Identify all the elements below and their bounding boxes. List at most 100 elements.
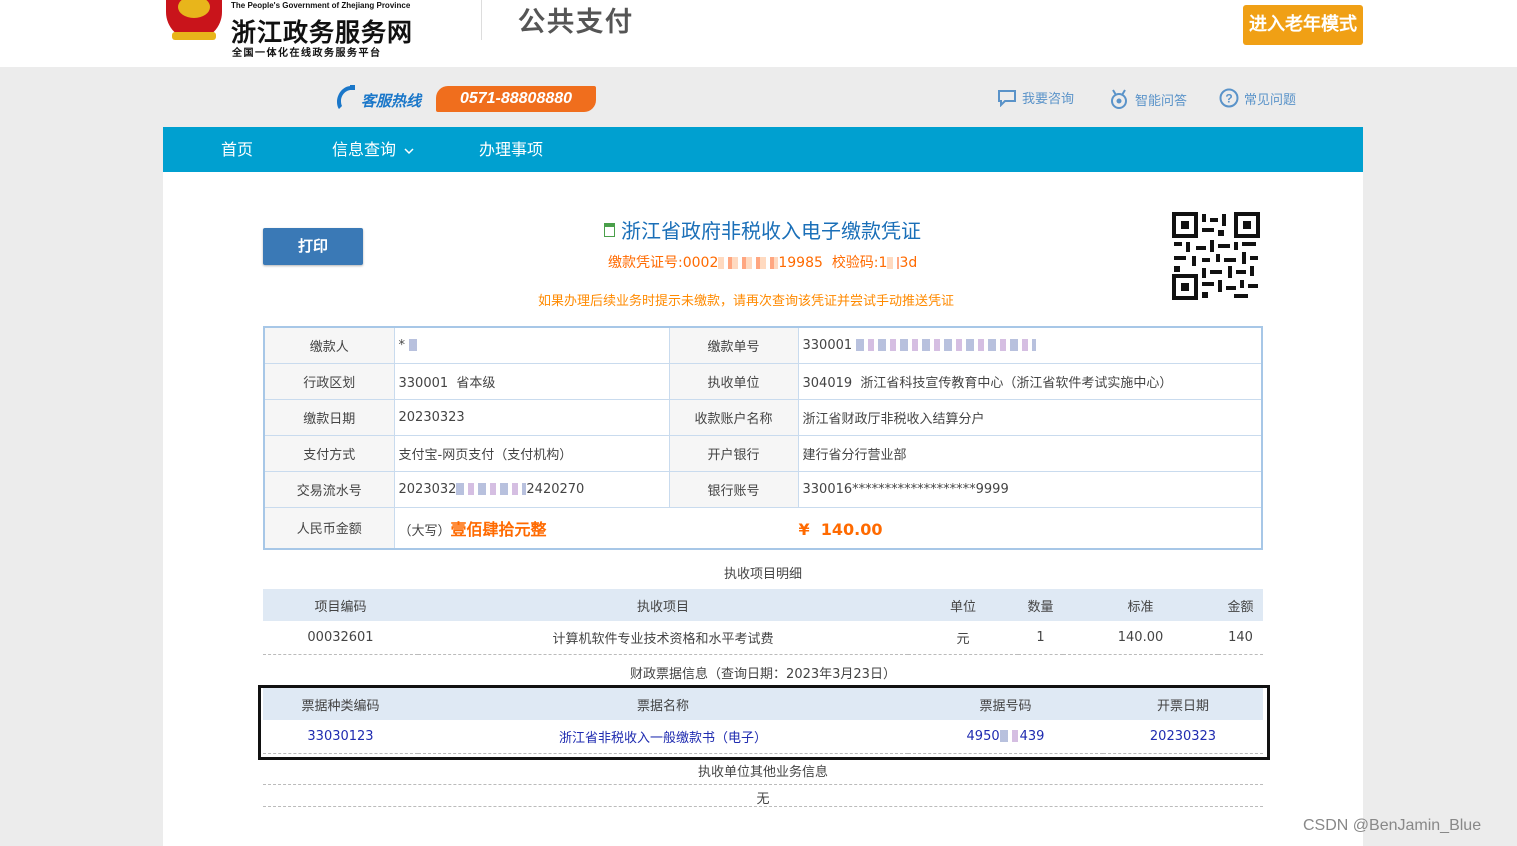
item-standard: 140.00	[1063, 621, 1218, 655]
check-code-suffix: 3d	[899, 255, 918, 271]
logo-english: The People's Government of Zhejiang Prov…	[231, 1, 411, 10]
page-title: 公共支付	[518, 7, 634, 38]
check-code-prefix: 校验码:1	[831, 255, 888, 271]
voucher-info-table: 缴款人 * 缴款单号 330001 行政区划 330001 省本级 执收单位 3…	[263, 326, 1263, 550]
nav-home[interactable]: 首页	[221, 127, 253, 172]
voucher-no-prefix: 缴款凭证号:0002	[608, 255, 719, 271]
header-divider	[481, 0, 482, 40]
chat-icon	[998, 89, 1016, 107]
bank-label: 开户银行	[668, 434, 799, 472]
masked-region	[409, 339, 420, 352]
col-header: 项目编码	[263, 589, 418, 621]
bill-no-text: 330001	[802, 337, 853, 353]
emblem-band	[172, 32, 216, 40]
divider	[263, 806, 1263, 807]
qr-code-icon	[1172, 212, 1260, 300]
smart-qa-label: 智能问答	[1135, 93, 1188, 109]
amount-cn-prefix: （大写）	[398, 523, 451, 539]
amount-value: （大写）壹佰肆拾元整 ¥ 140.00	[393, 506, 1263, 550]
item-amount: 140	[1218, 621, 1263, 655]
masked-region	[456, 483, 527, 495]
voucher-title: 浙江省政府非税收入电子缴款凭证	[604, 215, 921, 244]
question-icon: ?	[1219, 88, 1239, 108]
pay-method-value: 支付宝-网页支付（支付机构）	[393, 434, 670, 472]
other-info-value: 无	[756, 792, 770, 807]
other-section-title: 执收单位其他业务信息	[697, 765, 828, 780]
item-code: 00032601	[263, 621, 418, 655]
main-nav: 首页 信息查询 办理事项	[163, 127, 1363, 172]
faq-label: 常见问题	[1244, 92, 1297, 108]
date-label: 缴款日期	[263, 398, 395, 436]
amount-number: ¥ 140.00	[798, 519, 883, 539]
consult-link[interactable]: 我要咨询	[997, 88, 1074, 107]
highlight-frame	[258, 685, 1270, 760]
divider	[263, 784, 1263, 785]
payer-label: 缴款人	[263, 326, 395, 364]
bill-no-value: 330001	[797, 326, 1263, 364]
bill-section-title: 财政票据信息（查询日期：2023年3月23日）	[630, 667, 896, 682]
pay-method-label: 支付方式	[263, 434, 395, 472]
phone-icon	[337, 85, 355, 109]
table-row: 交易流水号 2023032 2420270 银行账号 330016********…	[263, 470, 1263, 508]
unit-label: 执收单位	[668, 362, 799, 400]
masked-region	[887, 257, 900, 269]
account-no-label: 银行账号	[668, 470, 799, 508]
item-unit: 元	[908, 621, 1018, 655]
smart-qa-link[interactable]: 智能问答	[1108, 88, 1187, 110]
table-row: 支付方式 支付宝-网页支付（支付机构） 开户银行 建行省分行营业部	[263, 434, 1263, 472]
hotline-number: 0571-88808880	[436, 86, 596, 112]
items-section-title: 执收项目明细	[723, 567, 802, 582]
table-header-row: 项目编码 执收项目 单位 数量 标准 金额	[263, 589, 1263, 621]
watermark: CSDN @BenJamin_Blue	[1303, 817, 1482, 834]
payer-value: *	[393, 326, 670, 364]
bill-no-label: 缴款单号	[668, 326, 799, 364]
amount-cn: 壹佰肆拾元整	[450, 519, 547, 539]
nav-info-query[interactable]: 信息查询	[332, 127, 415, 172]
robot-icon	[1111, 89, 1127, 109]
svg-text:?: ?	[1225, 92, 1232, 106]
item-name: 计算机软件专业技术资格和水平考试费	[418, 621, 908, 655]
elder-mode-button[interactable]: 进入老年模式	[1243, 5, 1363, 45]
txn-value: 2023032 2420270	[393, 470, 670, 508]
date-value: 20230323	[393, 398, 670, 436]
txn-suffix: 2420270	[526, 481, 585, 497]
region-label: 行政区划	[263, 362, 395, 400]
table-row: 缴款人 * 缴款单号 330001	[263, 326, 1263, 364]
masked-region	[718, 257, 779, 269]
nav-services[interactable]: 办理事项	[479, 127, 543, 172]
account-name-value: 浙江省财政厅非税收入结算分户	[797, 398, 1263, 436]
logo-subtitle: 全国一体化在线政务服务平台	[232, 48, 382, 59]
hotline-label: 客服热线	[361, 92, 422, 110]
voucher-no-suffix: 19985	[778, 255, 823, 271]
table-row: 00032601 计算机软件专业技术资格和水平考试费 元 1 140.00 14…	[263, 621, 1263, 655]
txn-label: 交易流水号	[263, 470, 395, 508]
item-qty: 1	[1018, 621, 1063, 655]
nav-info-query-label: 信息查询	[332, 140, 397, 159]
items-table: 项目编码 执收项目 单位 数量 标准 金额 00032601 计算机软件专业技术…	[263, 589, 1263, 655]
col-header: 数量	[1018, 589, 1063, 621]
table-row: 行政区划 330001 省本级 执收单位 304019 浙江省科技宣传教育中心（…	[263, 362, 1263, 400]
table-row: 缴款日期 20230323 收款账户名称 浙江省财政厅非税收入结算分户	[263, 398, 1263, 436]
col-header: 执收项目	[418, 589, 908, 621]
table-row: 人民币金额 （大写）壹佰肆拾元整 ¥ 140.00	[263, 506, 1263, 550]
col-header: 单位	[908, 589, 1018, 621]
account-no-value: 330016*******************9999	[797, 470, 1263, 508]
voucher-title-text: 浙江省政府非税收入电子缴款凭证	[621, 219, 921, 243]
bank-value: 建行省分行营业部	[797, 434, 1263, 472]
col-header: 金额	[1218, 589, 1263, 621]
voucher-number: 缴款凭证号:0002 19985 校验码:1 3d	[608, 252, 917, 272]
masked-region	[856, 339, 1037, 352]
consult-label: 我要咨询	[1022, 92, 1075, 107]
unit-value: 304019 浙江省科技宣传教育中心（浙江省软件考试实施中心）	[797, 362, 1263, 400]
chevron-down-icon	[404, 147, 414, 154]
warning-text: 如果办理后续业务时提示未缴款，请再次查询该凭证并尝试手动推送凭证	[538, 294, 955, 309]
document-icon	[604, 222, 615, 237]
payer-value-text: *	[398, 337, 406, 353]
amount-label: 人民币金额	[263, 506, 395, 550]
faq-link[interactable]: ? 常见问题	[1219, 88, 1296, 108]
region-value: 330001 省本级	[393, 362, 670, 400]
txn-prefix: 2023032	[398, 481, 457, 497]
account-name-label: 收款账户名称	[668, 398, 799, 436]
col-header: 标准	[1063, 589, 1218, 621]
print-button[interactable]: 打印	[263, 228, 363, 265]
